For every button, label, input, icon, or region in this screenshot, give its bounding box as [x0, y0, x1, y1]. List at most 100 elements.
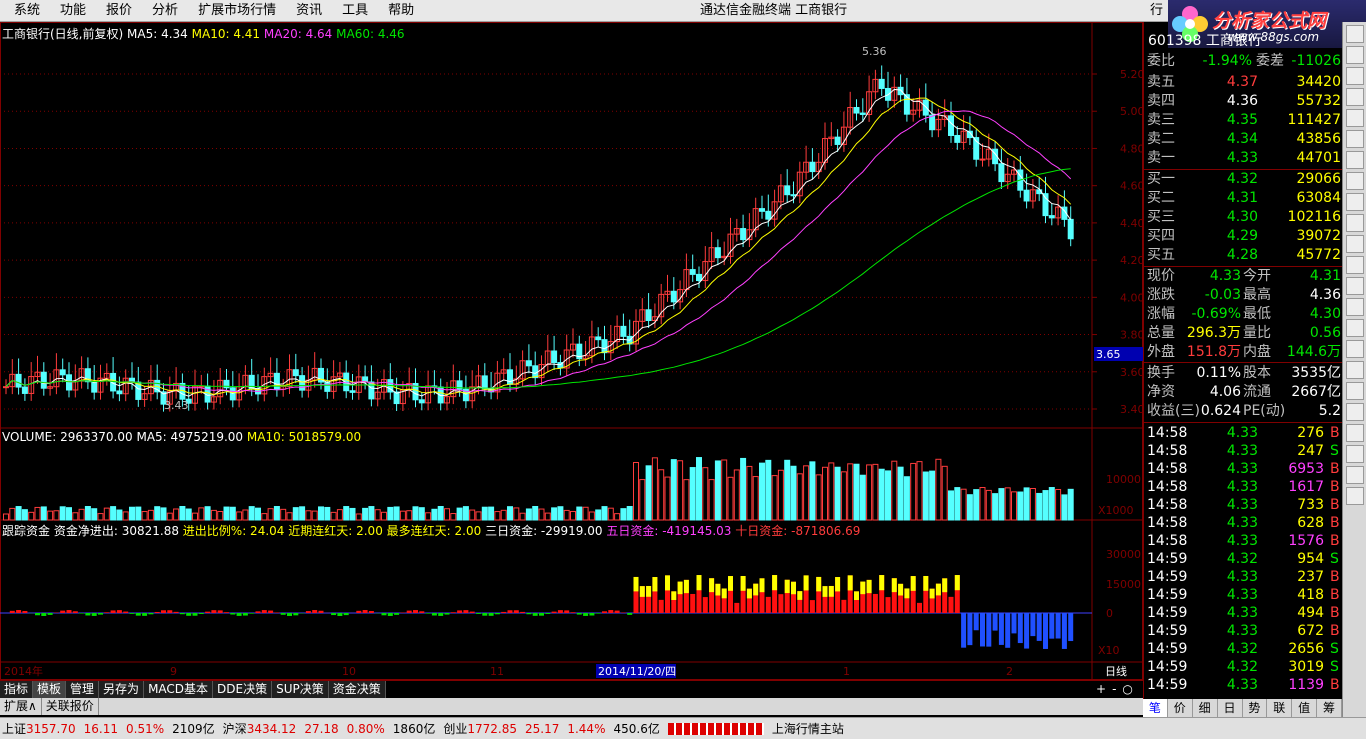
sh-index-pct: 0.51%	[126, 721, 165, 736]
trade-icon[interactable]	[1346, 340, 1364, 358]
zoom-reset-button[interactable]: ○	[1122, 682, 1138, 696]
volume-bar	[236, 511, 243, 521]
window-icon[interactable]	[1346, 319, 1364, 337]
stat2-row-cell: 换手	[1147, 365, 1175, 381]
menu-analysis[interactable]: 分析	[142, 0, 188, 22]
zoom-in-button[interactable]: +	[1096, 682, 1112, 696]
bid-row[interactable]: 买四 4.29 39072	[1144, 227, 1343, 246]
info-icon[interactable]	[1346, 109, 1364, 127]
tab-sup[interactable]: SUP决策	[272, 681, 329, 698]
volume-bar	[362, 507, 369, 521]
indicator-icon[interactable]	[1346, 298, 1364, 316]
trend-icon[interactable]	[1346, 193, 1364, 211]
menu-function[interactable]: 功能	[50, 0, 96, 22]
settings-icon[interactable]	[1346, 235, 1364, 253]
candle-body	[954, 134, 961, 143]
list-icon[interactable]	[1346, 172, 1364, 190]
bid-row[interactable]: 买五 4.28 45772	[1144, 246, 1343, 265]
quote-tab[interactable]: 日	[1218, 699, 1243, 717]
tick-row-cell: 1139	[1288, 677, 1324, 693]
tab-manage[interactable]: 管理	[66, 681, 100, 698]
rsi-icon[interactable]	[1346, 382, 1364, 400]
bell-icon[interactable]	[1346, 445, 1364, 463]
ask-row-cell: 卖三	[1147, 112, 1175, 128]
sort-icon[interactable]	[1346, 361, 1364, 379]
calc-icon[interactable]	[1346, 487, 1364, 505]
menu-system[interactable]: 系统	[4, 0, 50, 22]
tab-save-as[interactable]: 另存为	[99, 681, 145, 698]
capital-bar	[570, 612, 576, 613]
layout-icon[interactable]	[1346, 277, 1364, 295]
ranking-icon[interactable]	[1346, 403, 1364, 421]
capital-header: 跟踪资金 资金净进出: 30821.88 进出比例%: 24.04 近期连红天:…	[2, 522, 860, 539]
indicator-tabs: 指标 模板 管理 另存为 MACD基本 DDE决策 SUP决策 资金决策 +-○	[0, 680, 1143, 698]
candle-body	[1023, 189, 1030, 202]
server-station[interactable]: 上海行情主站	[772, 720, 844, 737]
chart-icon[interactable]	[1346, 67, 1364, 85]
tab-related-quote[interactable]: 关联报价	[42, 698, 99, 715]
grid-icon[interactable]	[1346, 151, 1364, 169]
bid-row[interactable]: 买三 4.30 102116	[1144, 208, 1343, 227]
export-icon[interactable]	[1346, 466, 1364, 484]
tab-indicator[interactable]: 指标	[0, 681, 34, 698]
cy-index-amount: 450.6亿	[613, 722, 660, 736]
restore-icon[interactable]	[1346, 46, 1364, 64]
volume-bar	[771, 475, 778, 521]
menu-quote[interactable]: 报价	[96, 0, 142, 22]
quote-tab[interactable]: 细	[1193, 699, 1218, 717]
tab-dde[interactable]: DDE决策	[213, 681, 273, 698]
corner-label[interactable]: 行	[1150, 0, 1163, 22]
menu-ext-market[interactable]: 扩展市场行情	[188, 0, 286, 22]
zoom-controls[interactable]: +-○	[1096, 681, 1139, 698]
bid-row[interactable]: 买一 4.32 29066	[1144, 170, 1343, 189]
zoom-out-button[interactable]: -	[1112, 682, 1122, 696]
page-icon[interactable]	[1346, 256, 1364, 274]
ask-row[interactable]: 卖二 4.34 43856	[1144, 130, 1343, 149]
kline-chart-svg[interactable]: 5.20 5.00 4.80 4.60 4.40 4.20 4.00 3.80 3.60 3.40…	[0, 22, 1145, 680]
quote-tab[interactable]: 价	[1168, 699, 1193, 717]
quote-tab[interactable]: 联	[1267, 699, 1293, 717]
capital-bar-top	[879, 575, 885, 591]
kline-icon[interactable]	[1346, 88, 1364, 106]
tick-row-cell: 4.33	[1226, 569, 1258, 585]
compare-icon[interactable]	[1346, 214, 1364, 232]
menu-news[interactable]: 资讯	[286, 0, 332, 22]
ask-row[interactable]: 卖五 4.37 34420	[1144, 73, 1343, 92]
bid-row[interactable]: 买二 4.31 63084	[1144, 189, 1343, 208]
chart-area[interactable]: 5.20 5.00 4.80 4.60 4.40 4.20 4.00 3.80 3.60 3.40…	[0, 22, 1145, 680]
stat-row-cell: 涨跌	[1147, 287, 1175, 303]
capital-bar	[123, 611, 129, 613]
ask-row-cell: 4.36	[1226, 93, 1258, 109]
capital-bar-top	[797, 591, 803, 600]
f10-icon[interactable]	[1346, 130, 1364, 148]
ask-row[interactable]: 卖三 4.35 111427	[1144, 111, 1343, 130]
menu-tools[interactable]: 工具	[332, 0, 378, 22]
stat2-row-cell: 5.2	[1318, 403, 1341, 419]
capital-bar-top	[728, 576, 733, 591]
capital-bar-top	[791, 581, 796, 595]
tab-template[interactable]: 模板	[33, 681, 67, 698]
menu-help[interactable]: 帮助	[378, 0, 424, 22]
capital-bar	[368, 611, 374, 613]
volume-bar	[979, 487, 986, 521]
sub-tabs: 扩展∧ 关联报价	[0, 698, 1143, 715]
capital-bar	[690, 593, 696, 613]
minimize-icon[interactable]	[1346, 25, 1364, 43]
ask-row[interactable]: 卖四 4.36 55732	[1144, 92, 1343, 111]
tick-row-cell: B	[1330, 425, 1340, 441]
capital-bar-top	[715, 583, 721, 596]
capital-bar-top	[854, 591, 859, 601]
tab-macd[interactable]: MACD基本	[144, 681, 214, 698]
quote-tab[interactable]: 势	[1243, 699, 1268, 717]
tab-capital[interactable]: 资金决策	[328, 681, 386, 698]
quote-tab[interactable]: 值	[1292, 699, 1318, 717]
volume-bar	[368, 506, 375, 521]
capital-bar	[917, 602, 922, 613]
quote-tab[interactable]: 筹	[1317, 699, 1342, 717]
capital-bar	[1036, 613, 1042, 641]
vol-ma5-label: MA5: 4975219.00	[136, 430, 244, 444]
move-icon[interactable]	[1346, 424, 1364, 442]
quote-tab[interactable]: 笔	[1143, 699, 1168, 717]
tab-extend[interactable]: 扩展∧	[0, 698, 42, 715]
ask-row[interactable]: 卖一 4.33 44701	[1144, 149, 1343, 168]
